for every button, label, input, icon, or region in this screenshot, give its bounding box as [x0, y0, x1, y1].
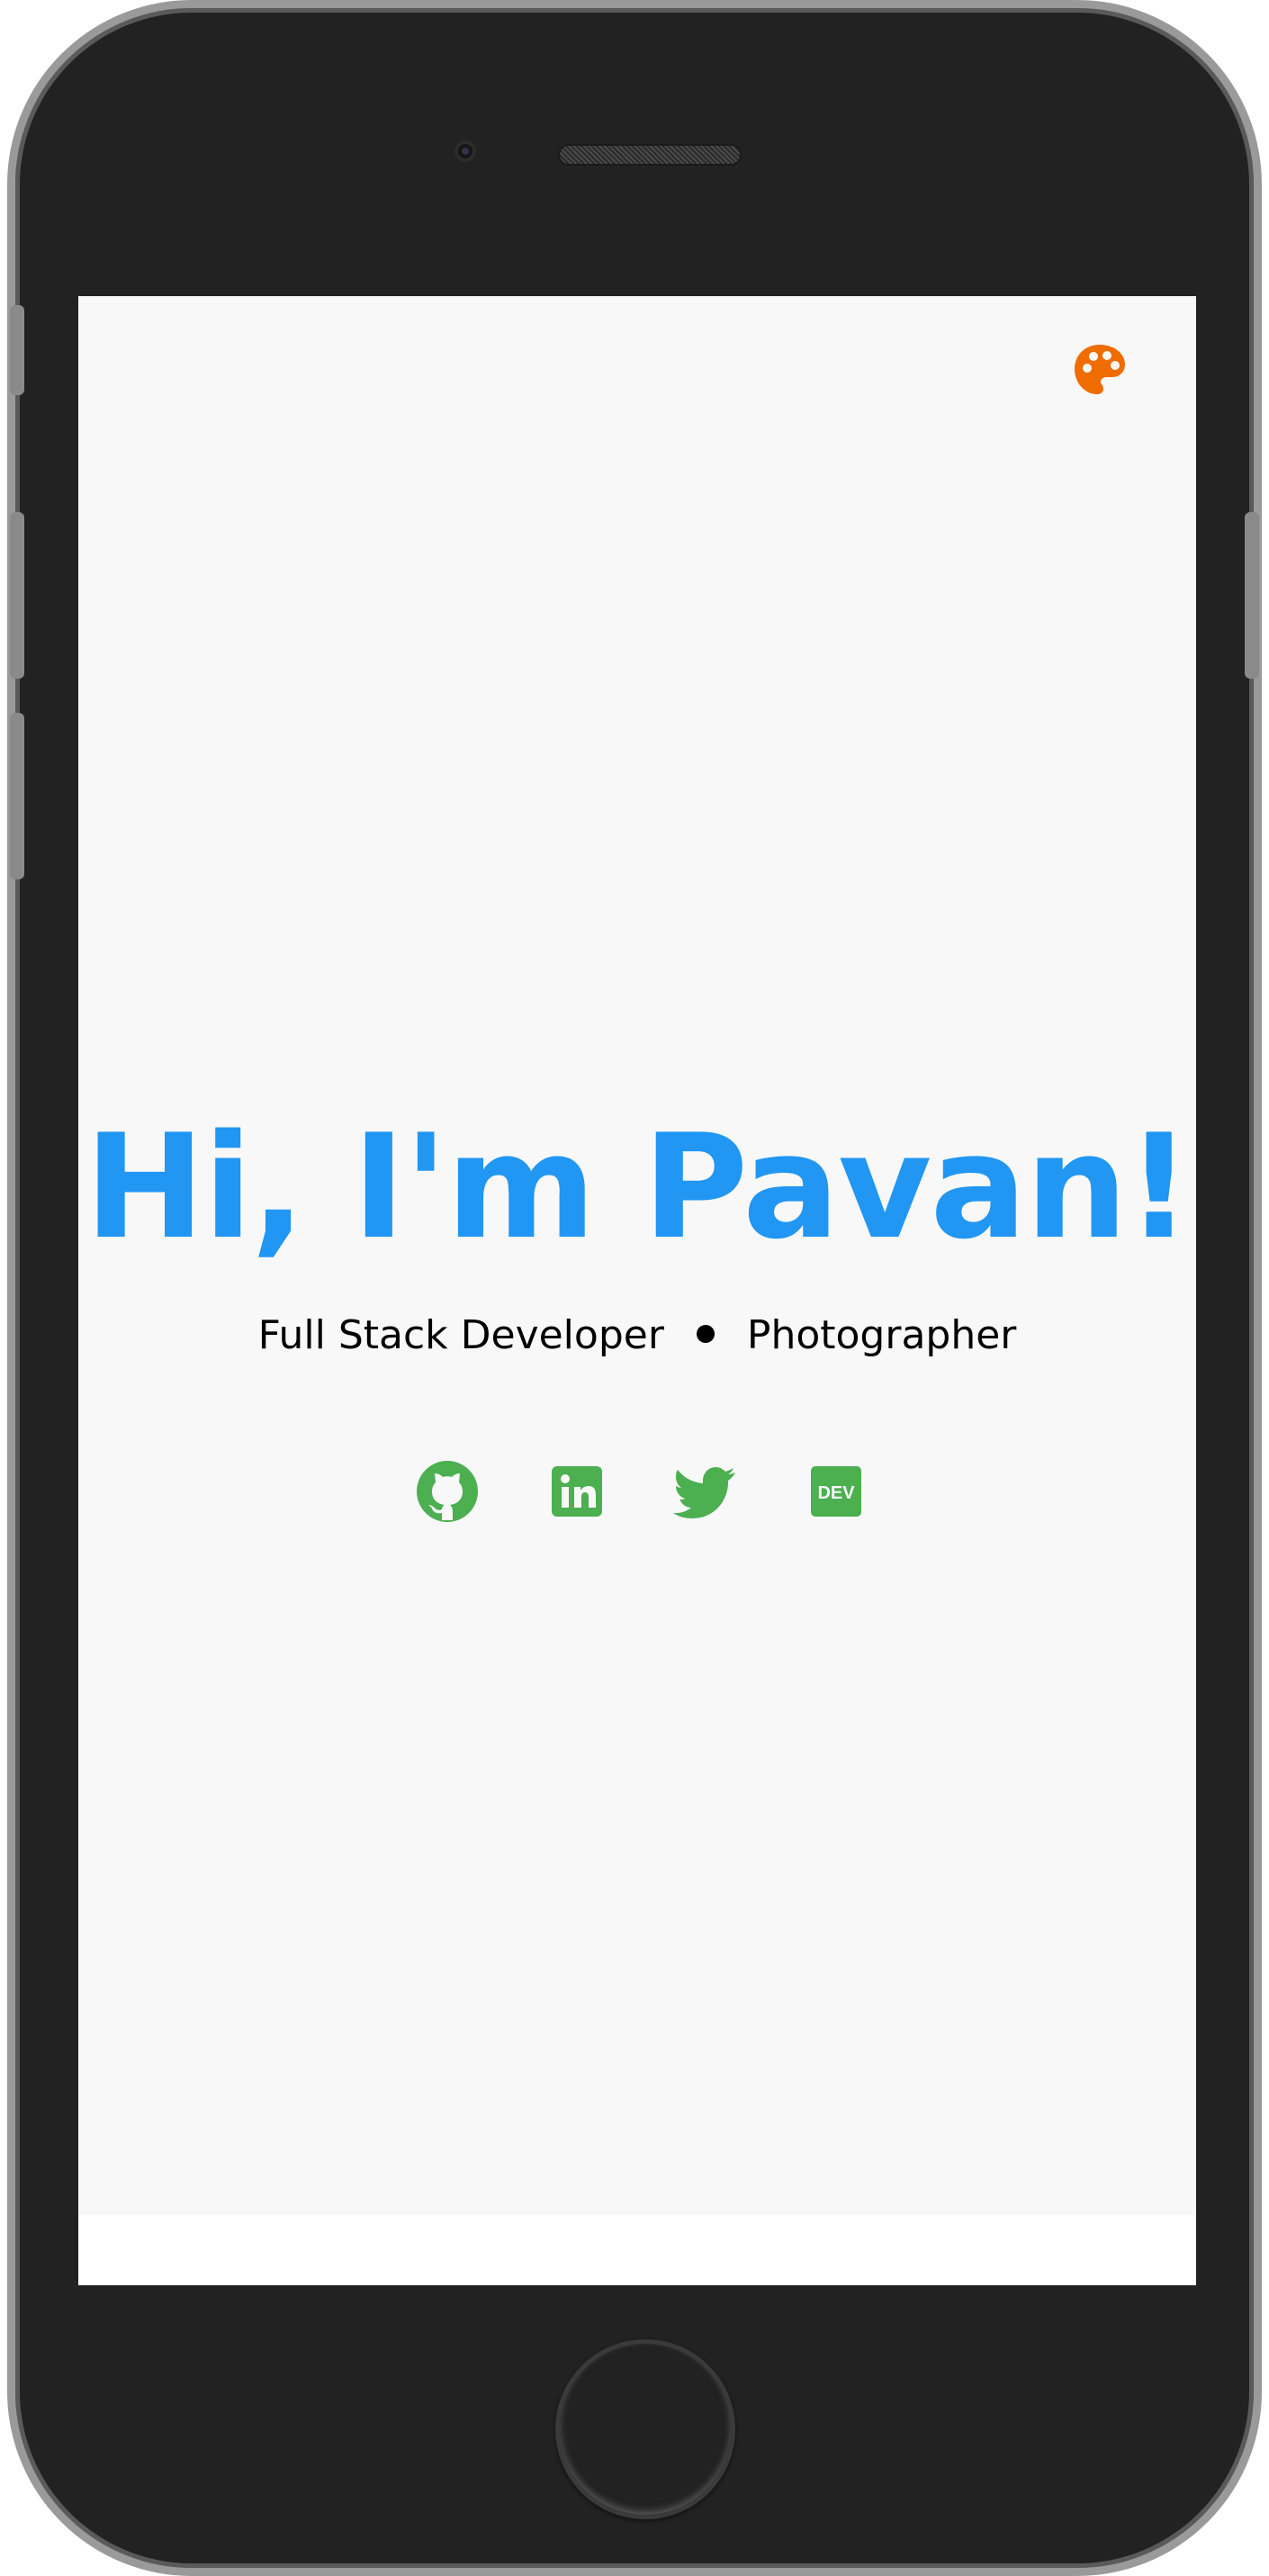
twitter-icon	[673, 1467, 735, 1518]
volume-down-button	[10, 713, 24, 879]
page-content: Hi, I'm Pavan! Full Stack Developer Photo…	[78, 296, 1196, 2215]
phone-screen: Hi, I'm Pavan! Full Stack Developer Photo…	[78, 296, 1196, 2285]
role-developer: Full Stack Developer	[257, 1312, 664, 1358]
front-camera	[454, 140, 476, 162]
bullet-separator	[696, 1325, 715, 1343]
social-links: DEV	[78, 1457, 1196, 1529]
mute-switch	[10, 305, 24, 395]
linkedin-icon	[552, 1466, 602, 1517]
power-button	[1245, 512, 1259, 679]
volume-up-button	[10, 512, 24, 679]
dev-icon: DEV	[811, 1466, 861, 1517]
home-button[interactable]	[555, 2339, 735, 2519]
github-link[interactable]	[413, 1457, 482, 1526]
dev-link[interactable]: DEV	[802, 1457, 870, 1526]
palette-icon[interactable]	[1071, 341, 1129, 399]
linkedin-link[interactable]	[543, 1457, 611, 1526]
dev-label: DEV	[817, 1483, 855, 1503]
role-subtitle: Full Stack Developer Photographer	[78, 1309, 1196, 1363]
page-title: Hi, I'm Pavan!	[84, 1103, 1192, 1271]
earpiece-speaker	[560, 146, 740, 164]
role-photographer: Photographer	[746, 1312, 1017, 1358]
phone-frame: Hi, I'm Pavan! Full Stack Developer Photo…	[7, 0, 1262, 2576]
github-icon	[417, 1461, 478, 1522]
twitter-link[interactable]	[672, 1457, 741, 1526]
